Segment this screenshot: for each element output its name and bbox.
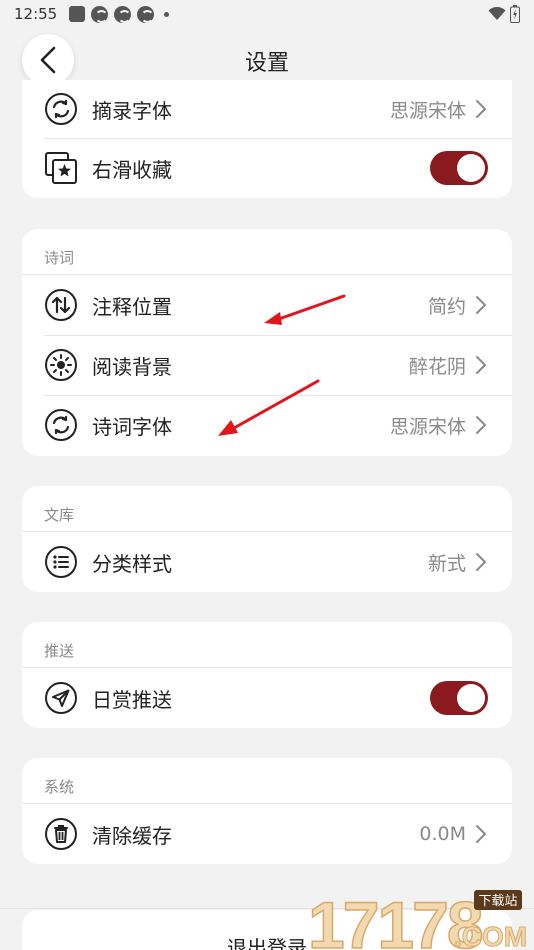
status-bar: 12:55	[0, 0, 534, 28]
app-notification-icon	[69, 6, 86, 22]
library-settings-card: 文库 分类样式 新式	[22, 486, 512, 592]
back-button[interactable]	[22, 34, 74, 86]
poetry-section-title: 诗词	[22, 229, 512, 275]
annotation-arrow	[264, 294, 346, 325]
chevron-right-icon	[476, 100, 486, 118]
toggle-knob	[457, 684, 485, 712]
swipe-right-collect-label: 右滑收藏	[92, 157, 172, 182]
svg-text:.COM: .COM	[454, 921, 527, 950]
chevron-right-icon	[476, 296, 486, 314]
push-section-title: 推送	[22, 622, 512, 668]
swap-icon	[44, 92, 78, 126]
excerpt-font-value: 思源宋体	[389, 99, 466, 122]
daily-push-toggle[interactable]	[430, 681, 488, 715]
status-time: 12:55	[14, 5, 58, 23]
sun-icon	[44, 348, 78, 382]
excerpt-font-row[interactable]: 摘录字体 思源宋体	[22, 80, 512, 138]
clear-cache-row[interactable]: 清除缓存 0.0M	[22, 804, 512, 864]
battery-icon	[510, 5, 520, 23]
star-collection-icon	[44, 151, 78, 185]
push-settings-card: 推送 日赏推送	[22, 622, 512, 728]
site-watermark-logo: 17178 下载站 .COM	[307, 887, 527, 950]
sort-arrows-icon	[44, 288, 78, 322]
excerpt-font-label: 摘录字体	[92, 98, 172, 123]
reading-settings-card: 摘录字体 思源宋体 右滑收藏	[22, 80, 512, 198]
sync-notification-icon	[137, 5, 155, 23]
toggle-knob	[457, 154, 485, 182]
daily-push-row: 日赏推送	[22, 668, 512, 728]
system-settings-card: 系统 清除缓存 0.0M	[22, 758, 512, 864]
swipe-right-collect-toggle[interactable]	[430, 151, 488, 185]
sync-notification-icon	[114, 5, 132, 23]
logout-label: 退出登录	[227, 936, 307, 950]
chevron-right-icon	[476, 825, 486, 843]
chevron-right-icon	[476, 356, 486, 374]
wifi-icon	[488, 7, 506, 20]
category-style-value: 新式	[427, 552, 466, 575]
trash-icon	[44, 817, 78, 851]
swap-icon	[44, 408, 78, 442]
chevron-right-icon	[476, 553, 486, 571]
reading-background-value: 醉花阴	[408, 355, 466, 378]
poetry-font-value: 思源宋体	[389, 415, 466, 438]
category-style-row[interactable]: 分类样式 新式	[22, 532, 512, 592]
library-section-title: 文库	[22, 486, 512, 532]
chevron-right-icon	[476, 416, 486, 434]
more-notifications-icon	[164, 11, 170, 17]
sync-notification-icon	[91, 5, 109, 23]
cache-size-value: 0.0M	[419, 823, 466, 845]
category-style-label: 分类样式	[92, 551, 172, 576]
page-title: 设置	[244, 51, 289, 76]
chevron-left-icon	[40, 46, 56, 74]
send-icon	[44, 681, 78, 715]
clear-cache-label: 清除缓存	[92, 823, 172, 848]
annotation-position-value: 简约	[427, 295, 466, 318]
daily-push-label: 日赏推送	[92, 687, 172, 712]
svg-text:下载站: 下载站	[478, 894, 517, 909]
list-icon	[44, 545, 78, 579]
notification-icons	[69, 5, 170, 23]
system-section-title: 系统	[22, 758, 512, 804]
swipe-right-collect-row: 右滑收藏	[22, 138, 512, 198]
annotation-arrow	[218, 379, 320, 436]
